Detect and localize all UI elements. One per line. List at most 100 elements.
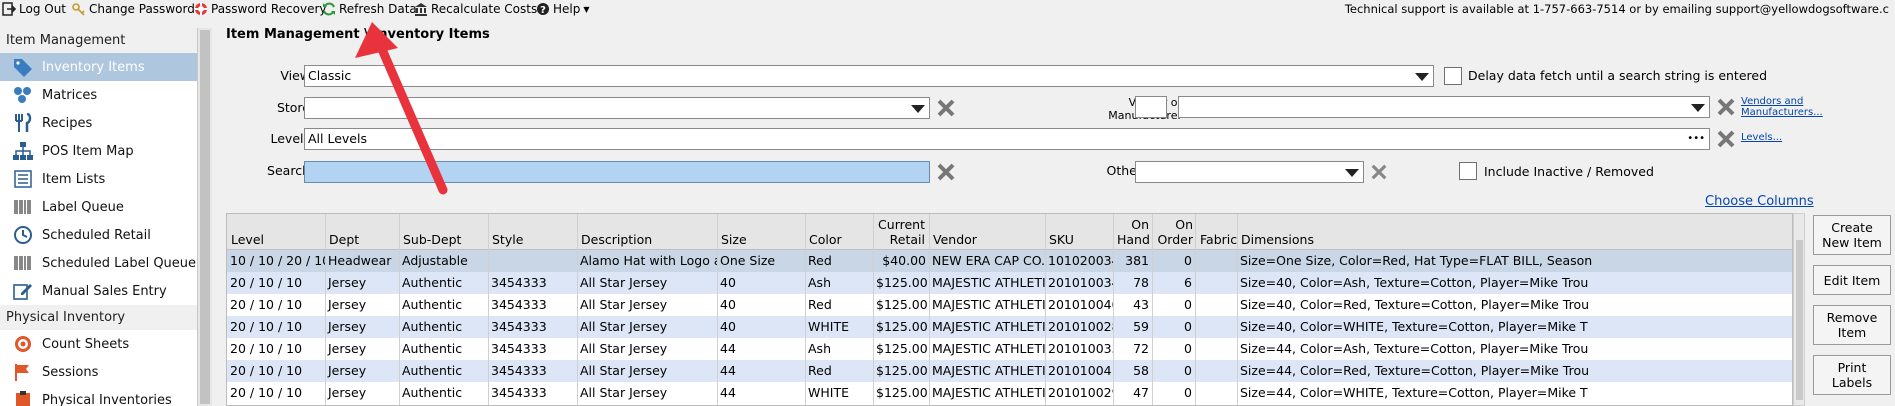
levels-field[interactable]: All Levels ••• xyxy=(304,128,1710,150)
cell-size: 40 xyxy=(720,297,736,312)
view-select[interactable]: Classic xyxy=(304,65,1434,87)
col-subdept[interactable]: Sub-Dept xyxy=(403,232,461,247)
grid-divider xyxy=(1045,214,1046,405)
cell-on-order: 6 xyxy=(1184,275,1192,290)
clear-vendor-icon[interactable] xyxy=(1716,97,1736,117)
cell-level: 20 / 10 / 10 xyxy=(230,385,303,400)
sidebar-item-sessions[interactable]: Sessions xyxy=(0,358,197,386)
cell-size: 40 xyxy=(720,319,736,334)
edit-item-button[interactable]: Edit Item xyxy=(1813,265,1891,295)
sidebar-item-count-sheets[interactable]: Count Sheets xyxy=(0,330,197,358)
choose-columns-link[interactable]: Choose Columns xyxy=(1705,194,1814,209)
col-vendor[interactable]: Vendor xyxy=(933,232,977,247)
col-on-hand[interactable]: On Hand xyxy=(1117,217,1150,247)
cell-fabric xyxy=(1195,316,1237,338)
table-row[interactable]: 20 / 10 / 10 Jersey Authentic 3454333 All St… xyxy=(227,272,1792,294)
sidebar-item-inventory-items[interactable]: Inventory Items xyxy=(0,53,197,81)
clear-store-icon[interactable] xyxy=(936,98,956,118)
change-password-button[interactable]: Change Password xyxy=(72,1,195,17)
vendor-code-input[interactable] xyxy=(1135,96,1167,118)
chevron-down-icon xyxy=(1345,169,1359,177)
table-row[interactable]: 10 / 10 / 20 / 10 Headwear Adjustable Alamo… xyxy=(227,250,1792,272)
logout-button[interactable]: Log Out xyxy=(2,1,66,17)
cell-on-order: 0 xyxy=(1184,363,1192,378)
col-style[interactable]: Style xyxy=(492,232,523,247)
remove-item-button[interactable]: Remove Item xyxy=(1813,305,1891,345)
cell-on-hand: 59 xyxy=(1133,319,1149,334)
clear-search-icon[interactable] xyxy=(936,162,956,182)
cell-style: 3454333 xyxy=(491,319,547,334)
col-color[interactable]: Color xyxy=(809,232,842,247)
clear-other-icon[interactable] xyxy=(1370,163,1388,181)
sidebar-item-physical-inventories[interactable]: Physical Inventories xyxy=(0,386,197,406)
cell-description: All Star Jersey xyxy=(580,297,668,312)
vendor-select[interactable] xyxy=(1178,96,1710,118)
cell-level: 20 / 10 / 10 xyxy=(230,341,303,356)
sidebar: Item Management Inventory Items Matrices… xyxy=(0,28,198,406)
col-level[interactable]: Level xyxy=(231,232,264,247)
print-labels-button[interactable]: Print Labels xyxy=(1813,355,1891,395)
sidebar-scrollbar[interactable] xyxy=(198,28,212,406)
delay-fetch-checkbox[interactable] xyxy=(1444,67,1462,85)
recalculate-costs-button[interactable]: Recalculate Costs xyxy=(414,1,537,17)
refresh-data-button[interactable]: Refresh Data xyxy=(322,1,417,17)
cell-description: All Star Jersey xyxy=(580,385,668,400)
sidebar-item-scheduled-label-queue[interactable]: Scheduled Label Queue xyxy=(0,249,197,277)
cell-retail: $125.00 xyxy=(876,319,928,334)
cell-description: All Star Jersey xyxy=(580,341,668,356)
create-new-item-button[interactable]: Create New Item xyxy=(1813,215,1891,255)
sidebar-item-label-queue[interactable]: Label Queue xyxy=(0,193,197,221)
col-sku[interactable]: SKU xyxy=(1049,232,1074,247)
store-select[interactable] xyxy=(304,97,930,119)
cell-on-order: 0 xyxy=(1184,253,1192,268)
sidebar-item-recipes[interactable]: Recipes xyxy=(0,109,197,137)
cell-dept: Jersey xyxy=(328,275,367,290)
clipboard-icon xyxy=(16,391,30,406)
table-row[interactable]: 20 / 10 / 10 Jersey Authentic 3454333 All St… xyxy=(227,294,1792,316)
other-select[interactable] xyxy=(1135,161,1364,183)
col-fabric[interactable]: Fabric xyxy=(1200,232,1237,247)
levels-link[interactable]: Levels... xyxy=(1741,132,1782,143)
table-row[interactable]: 20 / 10 / 10 Jersey Authentic 3454333 All St… xyxy=(227,360,1792,382)
sidebar-item-manual-sales-entry[interactable]: Manual Sales Entry xyxy=(0,277,197,305)
cell-sku: 201010041 xyxy=(1048,363,1113,378)
cell-level: 10 / 10 / 20 / 10 xyxy=(230,253,325,268)
include-inactive-checkbox[interactable] xyxy=(1459,162,1477,180)
col-dimensions[interactable]: Dimensions xyxy=(1241,232,1314,247)
inventory-grid[interactable]: Level Dept Sub-Dept Style Description Si… xyxy=(226,213,1793,406)
search-input[interactable] xyxy=(304,161,930,183)
sidebar-scrollbar-thumb[interactable] xyxy=(200,30,210,404)
cell-description: Alamo Hat with Logo an... xyxy=(580,253,717,268)
bank-icon xyxy=(415,3,427,16)
clear-levels-icon[interactable] xyxy=(1716,129,1736,149)
grid-divider xyxy=(805,214,806,405)
sidebar-item-scheduled-retail[interactable]: Scheduled Retail xyxy=(0,221,197,249)
cell-description: All Star Jersey xyxy=(580,275,668,290)
more-icon[interactable]: ••• xyxy=(1687,129,1705,149)
table-row[interactable]: 20 / 10 / 10 Jersey Authentic 3454333 All St… xyxy=(227,316,1792,338)
col-dept[interactable]: Dept xyxy=(329,232,359,247)
col-size[interactable]: Size xyxy=(721,232,747,247)
grid-divider xyxy=(1195,214,1196,405)
password-recovery-button[interactable]: Password Recovery xyxy=(194,1,327,17)
cell-vendor: MAJESTIC ATHLETI... xyxy=(932,319,1045,334)
matrix-icon xyxy=(14,87,31,103)
cell-sku: 201010028 xyxy=(1048,319,1113,334)
cell-size: One Size xyxy=(720,253,776,268)
sidebar-item-pos-item-map[interactable]: POS Item Map xyxy=(0,137,197,165)
cell-level: 20 / 10 / 10 xyxy=(230,275,303,290)
sidebar-item-item-lists[interactable]: Item Lists xyxy=(0,165,197,193)
main-panel: Item Management \ Inventory Items View C… xyxy=(212,18,1895,406)
table-row[interactable]: 20 / 10 / 10 Jersey Authentic 3454333 All St… xyxy=(227,338,1792,360)
sidebar-item-matrices[interactable]: Matrices xyxy=(0,81,197,109)
help-menu[interactable]: ? Help ▼ xyxy=(536,1,590,17)
col-description[interactable]: Description xyxy=(581,232,652,247)
col-current-retail[interactable]: Current Retail xyxy=(877,217,925,247)
grid-scrollbar[interactable] xyxy=(1793,213,1805,406)
grid-scrollbar-thumb[interactable] xyxy=(1796,240,1803,400)
col-on-order[interactable]: On Order xyxy=(1153,217,1193,247)
chevron-down-icon xyxy=(1691,104,1705,112)
table-row[interactable]: 20 / 10 / 10 Jersey Authentic 3454333 All St… xyxy=(227,382,1792,404)
cell-on-order: 0 xyxy=(1184,297,1192,312)
vendors-link[interactable]: Vendors and Manufacturers... xyxy=(1741,96,1823,118)
